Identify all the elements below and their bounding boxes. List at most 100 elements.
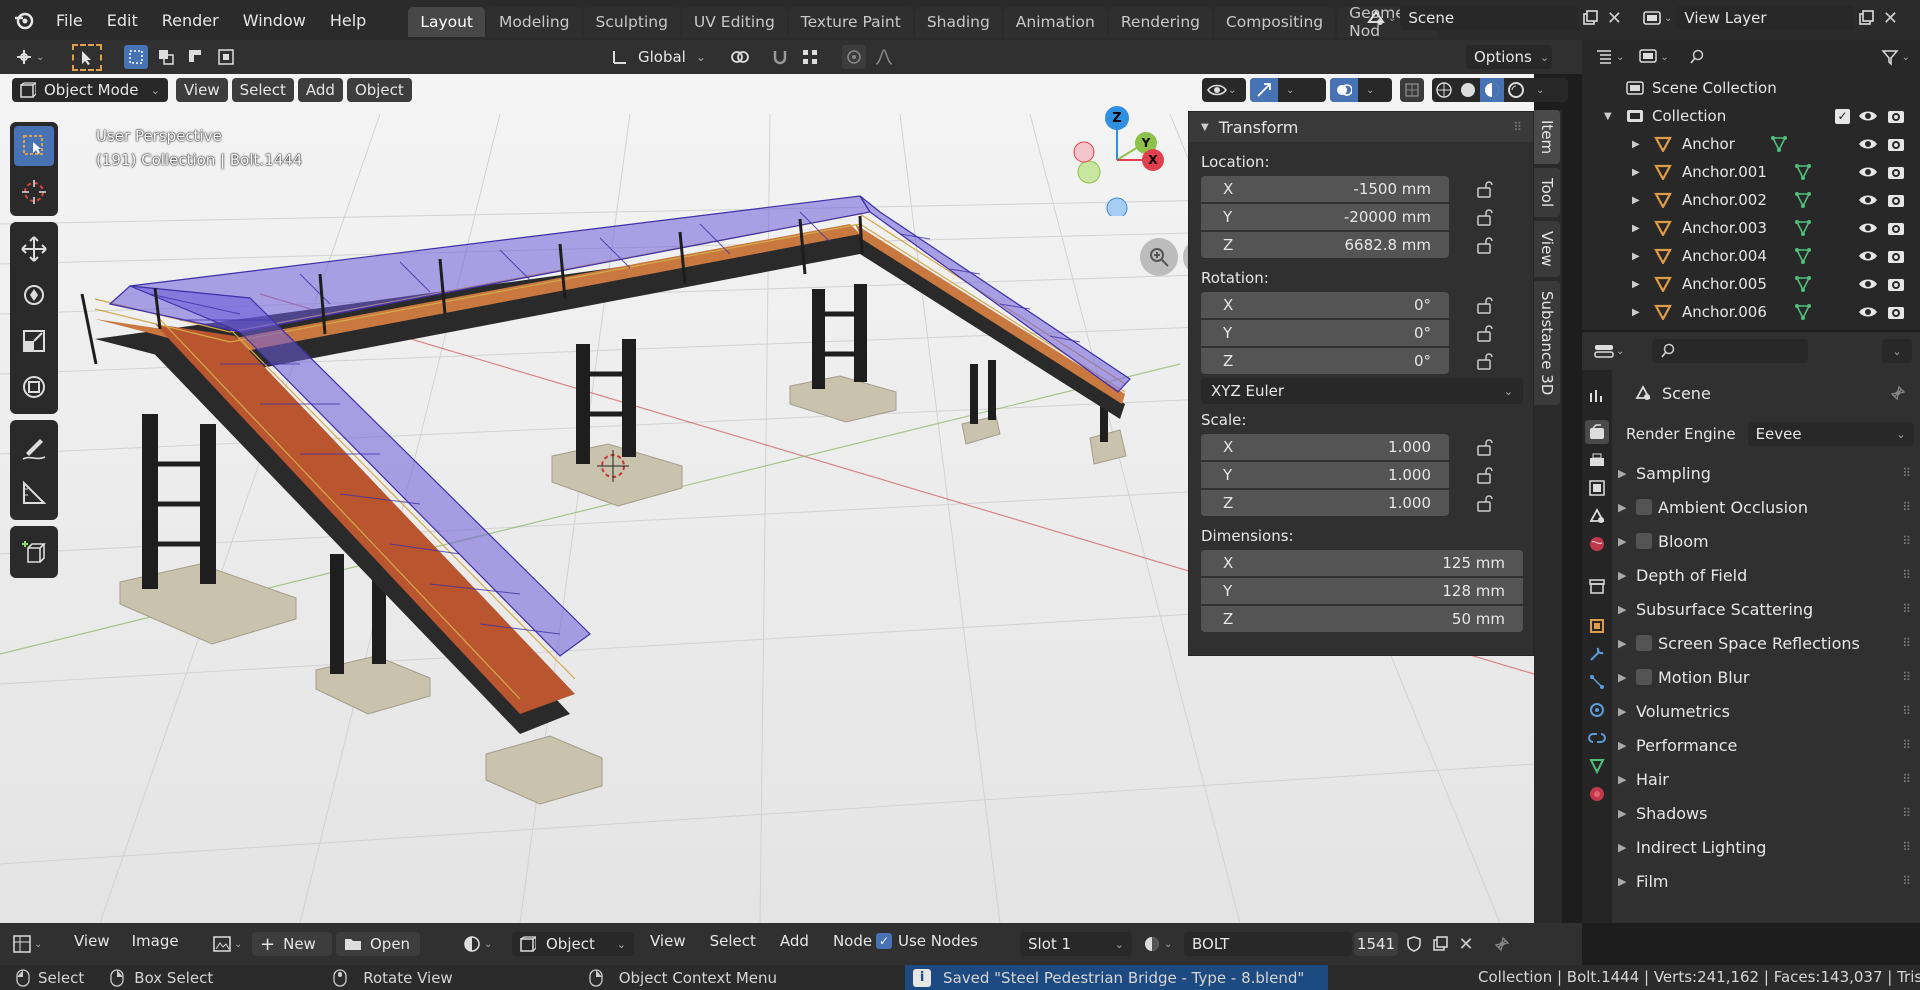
delete-scene-icon[interactable]: ✕ [1602, 6, 1626, 30]
move-tool-icon[interactable] [14, 226, 54, 272]
panel-bloom[interactable]: ▶ Bloom ⠿ [1582, 524, 1920, 558]
expand-arrow-icon[interactable]: ▶ [1618, 671, 1636, 684]
expand-arrow-icon[interactable]: ▶ [1618, 569, 1636, 582]
bottom-menu-image[interactable]: Image [132, 932, 179, 950]
tab-uv-editing[interactable]: UV Editing [681, 7, 787, 37]
use-nodes-toggle[interactable]: ✓ Use Nodes [876, 932, 978, 950]
outliner-item[interactable]: ▶ Anchor.003 [1582, 214, 1920, 242]
new-view-layer-icon[interactable] [1854, 6, 1878, 30]
delete-view-layer-icon[interactable]: ✕ [1878, 6, 1902, 30]
tab-modeling[interactable]: Modeling [487, 7, 582, 37]
transform-panel-title[interactable]: Transform [1219, 118, 1299, 137]
display-mode-icon[interactable] [1636, 45, 1660, 69]
lock-icon[interactable] [1475, 180, 1495, 198]
collection-exclude-checkbox[interactable]: ✓ [1835, 108, 1850, 124]
visibility-eye-icon[interactable] [1858, 216, 1878, 240]
visibility-eye-icon[interactable] [1858, 272, 1878, 296]
tab-compositing[interactable]: Compositing [1213, 7, 1336, 37]
location-y-field[interactable]: Y -20000 mm [1201, 204, 1449, 230]
navigation-gizmo[interactable]: Z Y X [1060, 96, 1180, 216]
render-camera-icon[interactable] [1886, 160, 1906, 184]
drag-handle-icon[interactable]: ⠿ [1902, 738, 1912, 752]
lock-icon[interactable] [1475, 296, 1495, 314]
drag-handle-icon[interactable]: ⠿ [1902, 670, 1912, 684]
lock-icon[interactable] [1475, 438, 1495, 456]
new-image-button[interactable]: + New [252, 932, 332, 956]
location-z-field[interactable]: Z 6682.8 mm [1201, 232, 1449, 258]
pivot-point-icon[interactable] [728, 45, 752, 69]
scale-y-field[interactable]: Y 1.000 [1201, 462, 1449, 488]
options-dropdown[interactable]: Options ⌄ [1466, 45, 1552, 69]
drag-handle-icon[interactable]: ⠿ [1902, 466, 1912, 480]
select-box-tool-icon[interactable] [14, 126, 54, 166]
properties-options-dropdown[interactable]: ⌄ [1882, 339, 1912, 363]
expand-arrow-icon[interactable]: ▶ [1632, 251, 1654, 262]
visibility-eye-icon[interactable] [1858, 188, 1878, 212]
outliner-search-input[interactable] [1680, 45, 1837, 69]
panel-enable-checkbox[interactable] [1636, 635, 1652, 651]
drag-handle-icon[interactable]: ⠿ [1902, 874, 1912, 888]
location-x-field[interactable]: X -1500 mm [1201, 176, 1449, 202]
tab-tool[interactable]: Tool [1534, 168, 1560, 218]
filter-icon[interactable] [1878, 45, 1902, 69]
menu-window[interactable]: Window [231, 11, 318, 30]
expand-arrow-icon[interactable]: ▶ [1618, 841, 1636, 854]
drag-handle-icon[interactable]: ⠿ [1902, 500, 1912, 514]
shading-modes[interactable]: ⌄ [1432, 78, 1568, 102]
slot-dropdown[interactable]: Slot 1 ⌄ [1020, 932, 1132, 956]
measure-tool-icon[interactable] [14, 470, 54, 516]
render-tab-icon[interactable] [1585, 420, 1609, 444]
world-tab-icon[interactable] [1585, 532, 1609, 556]
material-users-count[interactable]: 1541 [1354, 932, 1398, 956]
select-mode-extend-icon[interactable] [154, 45, 178, 69]
gizmo-x-axis[interactable]: X [1142, 149, 1164, 171]
shader-menu-add[interactable]: Add [780, 932, 809, 950]
properties-search-input[interactable] [1652, 339, 1809, 363]
visibility-eye-icon[interactable] [1858, 300, 1878, 324]
shader-menu-view[interactable]: View [650, 932, 686, 950]
editor-type-icon[interactable] [12, 45, 36, 69]
expand-arrow-icon[interactable]: ▶ [1618, 705, 1636, 718]
expand-arrow-icon[interactable]: ▶ [1632, 223, 1654, 234]
tab-animation[interactable]: Animation [1003, 7, 1107, 37]
tab-rendering[interactable]: Rendering [1108, 7, 1212, 37]
material-browse-icon[interactable] [1140, 932, 1164, 956]
rendered-shading-icon[interactable] [1504, 78, 1528, 102]
dimensions-y-field[interactable]: Y 128 mm [1201, 578, 1523, 604]
use-nodes-checkbox[interactable]: ✓ [876, 933, 892, 949]
snap-toggle-icon[interactable] [768, 45, 792, 69]
render-camera-icon[interactable] [1886, 244, 1906, 268]
duplicate-material-icon[interactable] [1428, 932, 1452, 956]
drag-handle-icon[interactable]: ⠿ [1902, 534, 1912, 548]
object-tab-icon[interactable] [1585, 614, 1609, 638]
tab-item[interactable]: Item [1534, 110, 1560, 165]
tab-layout[interactable]: Layout [408, 7, 486, 37]
mode-selector[interactable]: Object Mode ⌄ [12, 78, 168, 102]
shader-menu-select[interactable]: Select [710, 932, 756, 950]
panel-simplify[interactable]: ▶Simplify⠿ [1582, 898, 1920, 902]
scene-name-field[interactable]: Scene [1400, 6, 1579, 30]
expand-arrow-icon[interactable]: ▶ [1618, 875, 1636, 888]
transform-orientation-icon[interactable] [608, 45, 632, 69]
modifiers-tab-icon[interactable] [1585, 642, 1609, 666]
collection-render-icon[interactable] [1886, 104, 1906, 128]
outliner-item[interactable]: ▶ Anchor.005 [1582, 270, 1920, 298]
expand-arrow-icon[interactable]: ▶ [1632, 195, 1654, 206]
tab-shading[interactable]: Shading [914, 7, 1002, 37]
drag-handle-icon[interactable]: ⠿ [1902, 840, 1912, 854]
panel-indirect-lighting[interactable]: ▶ Indirect Lighting ⠿ [1582, 830, 1920, 864]
physics-tab-icon[interactable] [1585, 698, 1609, 722]
blender-logo-icon[interactable] [12, 8, 36, 32]
panel-subsurface-scattering[interactable]: ▶ Subsurface Scattering ⠿ [1582, 592, 1920, 626]
rotation-z-field[interactable]: Z 0° [1201, 348, 1449, 374]
scale-tool-icon[interactable] [14, 318, 54, 364]
unlink-material-icon[interactable]: ✕ [1454, 932, 1478, 956]
render-engine-dropdown[interactable]: Eevee ⌄ [1747, 422, 1914, 446]
viewport-menu-view[interactable]: View [176, 78, 228, 102]
lock-icon[interactable] [1475, 494, 1495, 512]
panel-depth-of-field[interactable]: ▶ Depth of Field ⠿ [1582, 558, 1920, 592]
render-camera-icon[interactable] [1886, 188, 1906, 212]
panel-enable-checkbox[interactable] [1636, 499, 1652, 515]
drag-handle-icon[interactable]: ⠿ [1902, 602, 1912, 616]
falloff-icon[interactable] [872, 45, 896, 69]
